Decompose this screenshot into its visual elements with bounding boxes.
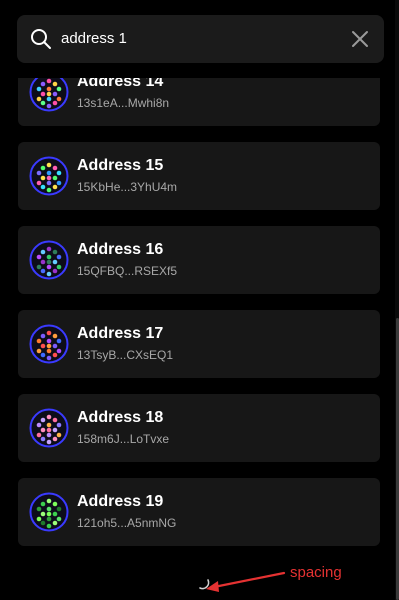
address-name: Address 15 bbox=[77, 157, 164, 174]
address-value: 158m6J...LoTvxe bbox=[77, 432, 170, 446]
address-name: Address 18 bbox=[77, 409, 164, 426]
annotation-arrow-icon bbox=[206, 571, 286, 592]
address-value: 121oh5...A5nmNG bbox=[77, 516, 177, 530]
address-value: 15KbHe...3YhU4m bbox=[77, 180, 178, 194]
address-list[interactable]: Address 14 13s1eA...Mwhi8n Address 15 15KbH… bbox=[0, 78, 395, 600]
avatar bbox=[29, 408, 69, 448]
avatar bbox=[29, 324, 69, 364]
avatar bbox=[29, 78, 69, 112]
list-item[interactable]: Address 19 121oh5...A5nmNG bbox=[18, 478, 380, 546]
search-icon bbox=[31, 29, 51, 49]
avatar bbox=[29, 240, 69, 280]
avatar bbox=[29, 156, 69, 196]
list-item[interactable]: Address 14 13s1eA...Mwhi8n bbox=[18, 78, 380, 126]
avatar bbox=[29, 492, 69, 532]
search-bar[interactable]: address 1 bbox=[17, 15, 384, 63]
address-value: 13TsyB...CXsEQ1 bbox=[77, 348, 174, 362]
address-name: Address 19 bbox=[77, 493, 164, 510]
search-input[interactable]: address 1 bbox=[61, 30, 127, 47]
annotation-label: spacing bbox=[290, 564, 342, 581]
list-item[interactable]: Address 16 15QFBQ...RSEXf5 bbox=[18, 226, 380, 294]
address-value: 13s1eA...Mwhi8n bbox=[77, 96, 170, 110]
list-item[interactable]: Address 17 13TsyB...CXsEQ1 bbox=[18, 310, 380, 378]
list-item[interactable]: Address 15 15KbHe...3YhU4m bbox=[18, 142, 380, 210]
address-name: Address 17 bbox=[77, 325, 164, 342]
address-name: Address 14 bbox=[77, 78, 164, 90]
address-value: 15QFBQ...RSEXf5 bbox=[77, 264, 178, 278]
close-icon[interactable] bbox=[350, 29, 370, 49]
list-item[interactable]: Address 18 158m6J...LoTvxe bbox=[18, 394, 380, 462]
address-name: Address 16 bbox=[77, 241, 164, 258]
